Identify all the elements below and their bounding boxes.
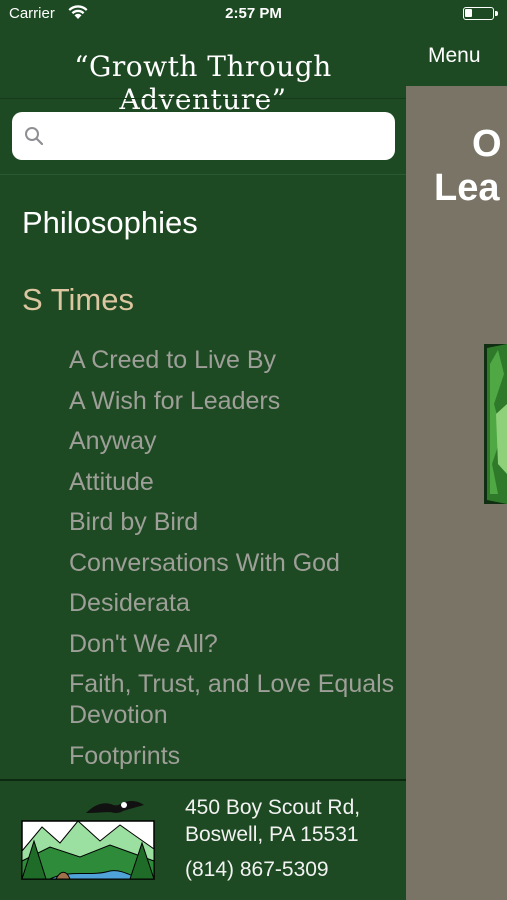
search-bar[interactable] — [12, 112, 395, 160]
drawer-title: “Growth Through Adventure” — [74, 50, 332, 116]
address-line-1: 450 Boy Scout Rd, — [185, 796, 361, 819]
list-item[interactable]: Don't We All? — [69, 629, 399, 660]
list-item[interactable]: Faith, Trust, and Love Equals Devotion — [69, 669, 399, 731]
camp-logo — [20, 791, 156, 883]
search-input[interactable] — [52, 120, 386, 154]
landscape-image — [484, 344, 507, 504]
list-item[interactable]: Bird by Bird — [69, 507, 399, 538]
list-item[interactable]: Footprints — [69, 741, 399, 772]
list-item[interactable]: A Creed to Live By — [69, 345, 399, 376]
section-s-times[interactable]: S Times — [22, 282, 134, 318]
divider — [0, 98, 406, 99]
status-bar: Carrier 2:57 PM — [0, 0, 507, 28]
footer: 450 Boy Scout Rd, Boswell, PA 15531 (814… — [0, 781, 406, 900]
address-line-2: Boswell, PA 15531 — [185, 823, 359, 846]
list-item[interactable]: Attitude — [69, 467, 399, 498]
page-title-line-2: Lea — [434, 167, 500, 209]
search-icon — [25, 127, 44, 146]
menu-button[interactable]: Menu — [428, 44, 481, 68]
battery-icon — [463, 7, 498, 20]
page-title-line-1: O — [472, 123, 502, 165]
list-item[interactable]: Anyway — [69, 426, 399, 457]
clock: 2:57 PM — [225, 5, 282, 22]
phone-link[interactable]: (814) 867-5309 — [185, 858, 329, 882]
side-drawer: “Growth Through Adventure” Philosophies … — [0, 28, 406, 900]
main-content[interactable]: O Lea — [406, 86, 507, 900]
list-item[interactable]: Desiderata — [69, 588, 399, 619]
item-list: A Creed to Live By A Wish for Leaders An… — [69, 345, 399, 779]
menu-list[interactable]: Philosophies S Times A Creed to Live By … — [0, 175, 406, 779]
section-philosophies[interactable]: Philosophies — [22, 205, 198, 241]
list-item[interactable]: Conversations With God — [69, 548, 399, 579]
list-item[interactable]: A Wish for Leaders — [69, 386, 399, 417]
page-title: O Lea — [434, 122, 502, 210]
